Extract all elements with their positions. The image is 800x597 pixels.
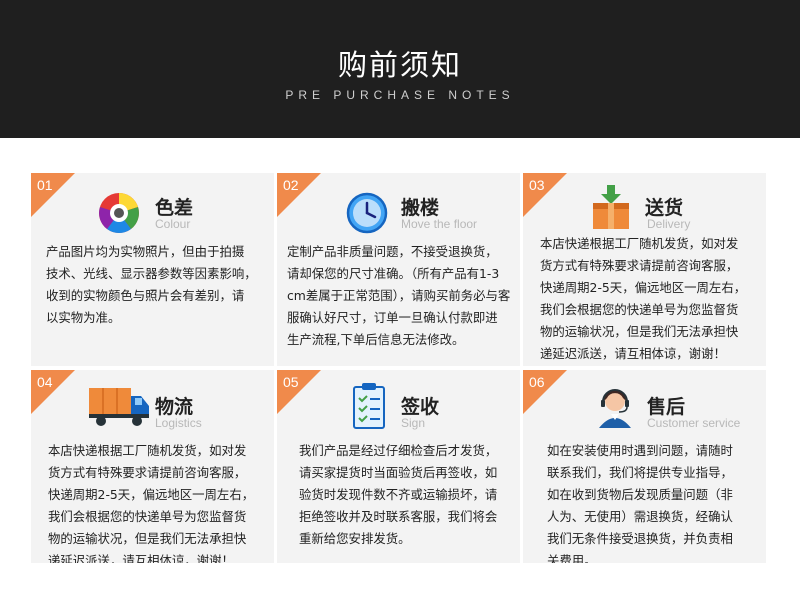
card-title: 搬楼 bbox=[401, 197, 440, 219]
card-title: 送货 bbox=[645, 197, 684, 219]
page-subtitle: PRE PURCHASE NOTES bbox=[285, 88, 515, 102]
card-subtitle: Customer service bbox=[647, 416, 741, 430]
card-text: 本店快递根据工厂随机发货，如对发 货方式有特殊要求请提前咨询客服， 快递周期2-… bbox=[48, 443, 255, 563]
card-sign: 05 签收 Sign 我们产品是经过仔细检查后才发货， 请买家提货时当面验货后再… bbox=[277, 370, 520, 563]
card-title: 签收 bbox=[401, 396, 440, 418]
card-delivery: 03 送货 Delivery 本店快递根据工厂随机发货，如对发 货方式有特殊要求… bbox=[523, 173, 766, 366]
clock-icon bbox=[345, 191, 389, 235]
color-wheel-icon bbox=[97, 191, 141, 235]
card-text: 产品图片均为实物照片，但由于拍摄 技术、光线、显示器参数等因素影响， 收到的实物… bbox=[46, 244, 257, 325]
card-text: 如在安装使用时遇到问题，请随时 联系我们，我们将提供专业指导， 如在收到货物后发… bbox=[547, 443, 733, 563]
card-number: 06 bbox=[529, 374, 545, 390]
card-text: 本店快递根据工厂随机发货，如对发 货方式有特殊要求请提前咨询客服， 快递周期2-… bbox=[540, 236, 747, 361]
card-text: 定制产品非质量问题，不接受退换货， 请却保您的尺寸准确。（所有产品有1-3 cm… bbox=[287, 244, 511, 347]
card-title: 色差 bbox=[155, 197, 194, 219]
card-subtitle: Sign bbox=[401, 416, 426, 430]
card-number: 03 bbox=[529, 177, 545, 193]
header-banner: 购前须知 PRE PURCHASE NOTES bbox=[0, 0, 800, 138]
card-number: 04 bbox=[37, 374, 53, 390]
card-logistics: 04 物流 Logistics 本店快递根据工厂随机发货，如对发 货方式有特殊要… bbox=[31, 370, 274, 563]
card-colour: 01 色差 Colour 产品图片均为实物照片，但由于拍摄 技术、光线、显示器参… bbox=[31, 173, 274, 366]
card-number: 05 bbox=[283, 374, 299, 390]
card-title: 物流 bbox=[155, 396, 194, 418]
card-subtitle: Move the floor bbox=[401, 217, 478, 231]
truck-icon bbox=[87, 384, 151, 428]
card-text: 我们产品是经过仔细检查后才发货， 请买家提货时当面验货后再签收，如 验货时发现件… bbox=[299, 443, 498, 546]
headset-agent-icon bbox=[593, 384, 637, 428]
card-subtitle: Delivery bbox=[647, 217, 691, 231]
card-customer-service: 06 售后 Customer service 如在安装使用时遇到问题，请随时 联… bbox=[523, 370, 766, 563]
card-number: 01 bbox=[37, 177, 53, 193]
page-title: 购前须知 bbox=[337, 48, 462, 82]
checklist-icon bbox=[351, 382, 387, 430]
card-move-floor: 02 搬楼 Move the floor 定制产品非质量问题，不接受退换货， 请… bbox=[277, 173, 520, 366]
package-icon bbox=[589, 183, 633, 229]
card-number: 02 bbox=[283, 177, 299, 193]
card-title: 售后 bbox=[647, 396, 686, 418]
card-subtitle: Colour bbox=[155, 217, 191, 231]
card-subtitle: Logistics bbox=[155, 416, 202, 430]
